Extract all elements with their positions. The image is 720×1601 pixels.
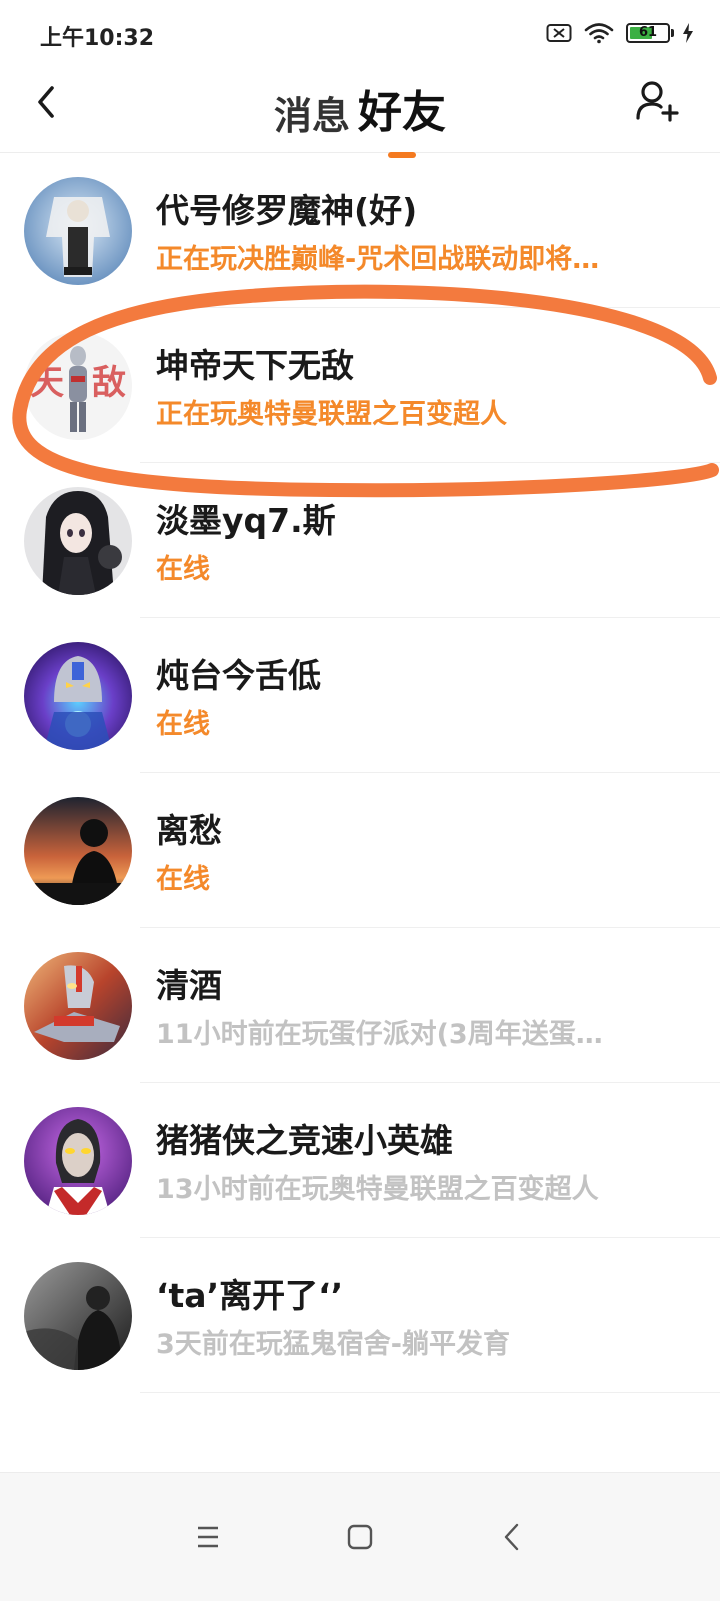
- friend-avatar[interactable]: [24, 177, 132, 285]
- add-user-icon: [636, 81, 679, 122]
- friend-name: 坤帝天下无敌: [156, 346, 354, 385]
- home-square-icon: [347, 1524, 373, 1550]
- friend-name: 淡墨yq7.斯: [156, 501, 336, 540]
- row-divider: [140, 1392, 720, 1393]
- friend-name: 离愁: [156, 811, 222, 850]
- friend-row[interactable]: 代号修罗魔神(好) 正在玩决胜巅峰-咒术回战联动即将…: [0, 153, 720, 308]
- battery-level-text: 61: [638, 25, 658, 40]
- friend-status: 正在玩奥特曼联盟之百变超人: [156, 399, 507, 430]
- friend-avatar[interactable]: [24, 1262, 132, 1370]
- friend-status: 13小时前在玩奥特曼联盟之百变超人: [156, 1174, 599, 1205]
- friend-avatar[interactable]: [24, 797, 132, 905]
- tab-friends-label: 好友: [358, 87, 446, 138]
- back-chevron-icon: [504, 1523, 519, 1551]
- svg-text:敌: 敌: [92, 363, 126, 403]
- friend-avatar[interactable]: [24, 1107, 132, 1215]
- friend-avatar[interactable]: 天 敌: [24, 332, 132, 440]
- system-back-button[interactable]: [482, 1507, 542, 1567]
- system-navigation-bar: [0, 1472, 720, 1601]
- friend-avatar[interactable]: [24, 952, 132, 1060]
- sim-off-icon: [546, 23, 572, 43]
- friend-status: 在线: [156, 709, 210, 740]
- menu-button[interactable]: [178, 1507, 238, 1567]
- battery-cap: [671, 29, 674, 37]
- home-button[interactable]: [330, 1507, 390, 1567]
- friend-avatar[interactable]: [24, 642, 132, 750]
- friend-status: 在线: [156, 864, 210, 895]
- friend-name: 代号修罗魔神(好): [156, 191, 418, 230]
- friend-list: 代号修罗魔神(好) 正在玩决胜巅峰-咒术回战联动即将… 天 敌 坤帝天下无敌正在玩…: [0, 153, 720, 1393]
- friend-row[interactable]: 离愁 在线: [0, 773, 720, 928]
- status-time: 上午10:32: [40, 26, 155, 51]
- top-navigation: 消息 好友: [0, 70, 720, 158]
- friend-name: ‘ta’离开了‘’: [156, 1276, 344, 1315]
- svg-text:天: 天: [30, 363, 64, 403]
- friend-info: 坤帝天下无敌正在玩奥特曼联盟之百变超人: [156, 346, 692, 432]
- friend-status: 11小时前在玩蛋仔派对(3周年送蛋…: [156, 1019, 603, 1050]
- status-bar: 上午10:32 61: [0, 0, 720, 70]
- friend-name: 清酒: [156, 966, 222, 1005]
- friend-info: 代号修罗魔神(好) 正在玩决胜巅峰-咒术回战联动即将…: [156, 191, 692, 277]
- menu-icon: [198, 1526, 218, 1548]
- friend-name: 炖台今舌低: [156, 656, 321, 695]
- friend-info: 猪猪侠之竞速小英雄 13小时前在玩奥特曼联盟之百变超人: [156, 1121, 692, 1207]
- friend-info: 淡墨yq7.斯在线: [156, 501, 692, 587]
- friend-row[interactable]: 炖台今舌低 在线: [0, 618, 720, 773]
- wifi-icon: [584, 22, 614, 44]
- friend-info: 清酒 11小时前在玩蛋仔派对(3周年送蛋…: [156, 966, 692, 1052]
- friend-info: 离愁 在线: [156, 811, 692, 897]
- battery-indicator: 61: [626, 23, 674, 43]
- tab-bar: 消息 好友: [0, 76, 720, 158]
- friend-status: 正在玩决胜巅峰-咒术回战联动即将…: [156, 244, 600, 275]
- status-icons: 61: [546, 22, 694, 44]
- friend-row[interactable]: 淡墨yq7.斯在线: [0, 463, 720, 618]
- add-friend-button[interactable]: [634, 78, 680, 124]
- friend-name: 猪猪侠之竞速小英雄: [156, 1121, 453, 1160]
- friend-row[interactable]: 清酒 11小时前在玩蛋仔派对(3周年送蛋…: [0, 928, 720, 1083]
- friend-status: 3天前在玩猛鬼宿舍-躺平发育: [156, 1329, 510, 1360]
- tab-friends[interactable]: 好友: [358, 76, 446, 158]
- friend-row[interactable]: 猪猪侠之竞速小英雄 13小时前在玩奥特曼联盟之百变超人: [0, 1083, 720, 1238]
- friend-info: ‘ta’离开了‘’ 3天前在玩猛鬼宿舍-躺平发育: [156, 1276, 692, 1362]
- friend-row[interactable]: ‘ta’离开了‘’ 3天前在玩猛鬼宿舍-躺平发育: [0, 1238, 720, 1393]
- tab-messages[interactable]: 消息: [274, 85, 350, 140]
- charging-icon: [682, 23, 694, 43]
- friend-info: 炖台今舌低 在线: [156, 656, 692, 742]
- friend-avatar[interactable]: [24, 487, 132, 595]
- friend-status: 在线: [156, 554, 210, 585]
- friend-row[interactable]: 天 敌 坤帝天下无敌正在玩奥特曼联盟之百变超人: [0, 308, 720, 463]
